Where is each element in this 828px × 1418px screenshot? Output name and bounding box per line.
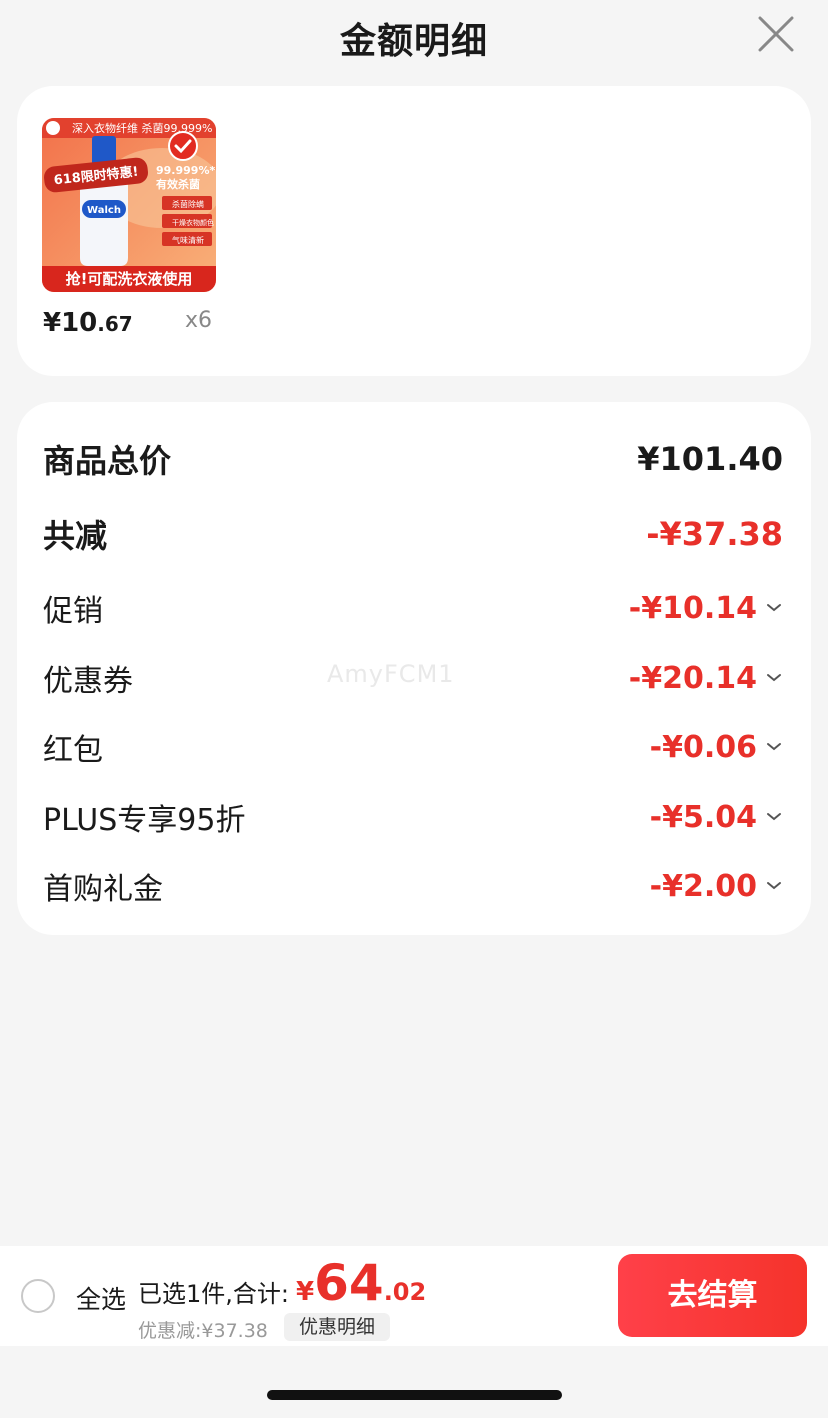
total-discount-label: 共减 [43, 517, 108, 555]
selected-count-text: 已选1件,合计: [138, 1280, 289, 1308]
feature-2: 干燥衣物颜色 [172, 218, 214, 227]
product-price: ¥10.67 [43, 308, 133, 338]
discount-row-red-packet[interactable]: 红包 -¥0.06 [43, 725, 783, 769]
chevron-down-icon[interactable] [765, 740, 783, 754]
product-card: 深入衣物纤维 杀菌99.999% Walch 618限时特惠! 99.999%*… [17, 86, 811, 376]
discount-value: -¥5.04 [649, 799, 757, 835]
select-all-radio[interactable] [21, 1279, 55, 1313]
home-indicator[interactable] [267, 1390, 562, 1400]
watermark: AmyFCM1 [327, 660, 455, 688]
discount-row-promotion[interactable]: 促销 -¥10.14 [43, 586, 783, 630]
brand-text: Walch [87, 205, 121, 216]
total-integer: 64 [314, 1254, 384, 1312]
chevron-down-icon[interactable] [765, 601, 783, 615]
total-symbol: ¥ [296, 1277, 315, 1307]
discount-detail-button[interactable]: 优惠明细 [284, 1313, 390, 1341]
total-decimal: .02 [383, 1278, 427, 1306]
subtotal-label: 商品总价 [43, 442, 172, 480]
chevron-down-icon[interactable] [765, 879, 783, 893]
product-image[interactable]: 深入衣物纤维 杀菌99.999% Walch 618限时特惠! 99.999%*… [42, 118, 216, 292]
chevron-down-icon[interactable] [765, 810, 783, 824]
summary-card: 商品总价 ¥101.40 共减 -¥37.38 促销 -¥10.14 优惠券 -… [17, 402, 811, 935]
feature-1: 杀菌除螨 [172, 199, 204, 209]
price-integer: ¥10 [43, 308, 98, 338]
discount-label: PLUS专享95折 [43, 803, 246, 838]
discount-label: 促销 [43, 594, 103, 629]
discount-label: 优惠券 [43, 664, 133, 699]
discount-value: -¥0.06 [649, 729, 757, 765]
total-price: ¥64.02 [296, 1254, 426, 1312]
header: 金额明细 [0, 0, 828, 70]
subtotal-row: 商品总价 ¥101.40 [43, 436, 783, 482]
chevron-down-icon[interactable] [765, 671, 783, 685]
banner-top-text: 深入衣物纤维 杀菌99.999% [72, 121, 212, 135]
price-decimal: .67 [97, 312, 133, 336]
discount-value: -¥20.14 [628, 660, 757, 696]
total-discount-row: 共减 -¥37.38 [43, 511, 783, 557]
select-all-label[interactable]: 全选 [76, 1280, 126, 1316]
close-icon[interactable] [754, 12, 798, 56]
discount-summary: 优惠减:¥37.38 [138, 1320, 268, 1342]
claim-text-2: 有效杀菌 [156, 177, 200, 191]
discount-row-first-purchase[interactable]: 首购礼金 -¥2.00 [43, 864, 783, 908]
claim-text: 99.999%* [156, 164, 215, 177]
total-discount-value: -¥37.38 [646, 515, 783, 553]
feature-3: 气味清新 [172, 235, 204, 245]
checkout-button[interactable]: 去结算 [618, 1254, 807, 1337]
bottom-bar: 全选 已选1件,合计: ¥64.02 优惠减:¥37.38 优惠明细 去结算 [0, 1246, 828, 1346]
discount-value: -¥2.00 [649, 868, 757, 904]
discount-value: -¥10.14 [628, 590, 757, 626]
discount-row-plus[interactable]: PLUS专享95折 -¥5.04 [43, 795, 783, 839]
product-quantity: x6 [185, 308, 213, 333]
page-title: 金额明细 [339, 21, 488, 62]
banner-bottom-text: 抢!可配洗衣液使用 [66, 270, 193, 288]
subtotal-value: ¥101.40 [637, 440, 783, 478]
discount-label: 首购礼金 [43, 872, 163, 907]
discount-label: 红包 [43, 733, 103, 768]
